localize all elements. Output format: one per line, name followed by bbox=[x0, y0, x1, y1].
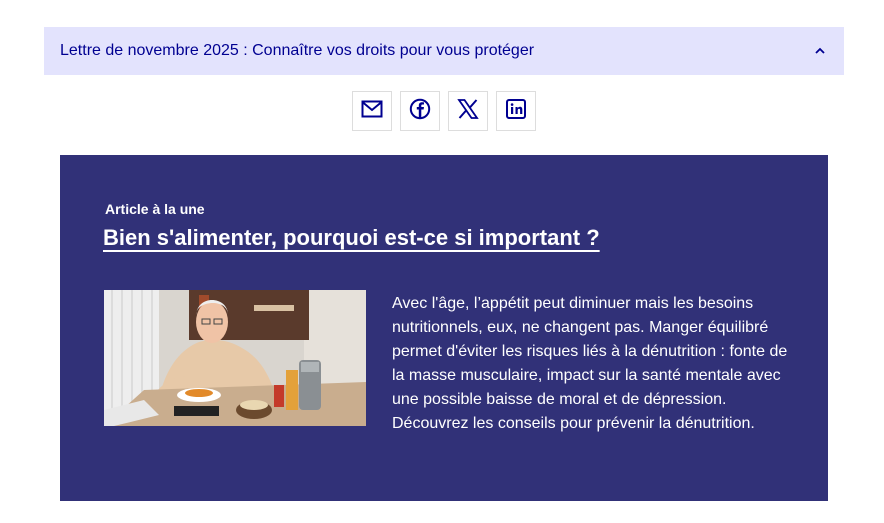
share-x-button[interactable] bbox=[448, 91, 488, 131]
share-linkedin-button[interactable] bbox=[496, 91, 536, 131]
chevron-up-icon[interactable] bbox=[812, 43, 828, 59]
featured-article-link[interactable]: Bien s'alimenter, pourquoi est-ce si imp… bbox=[103, 225, 600, 251]
mail-icon bbox=[361, 100, 383, 122]
share-buttons bbox=[352, 91, 536, 131]
share-email-button[interactable] bbox=[352, 91, 392, 131]
linkedin-icon bbox=[506, 99, 526, 123]
share-facebook-button[interactable] bbox=[400, 91, 440, 131]
featured-article: Article à la une Bien s'alimenter, pourq… bbox=[60, 155, 828, 501]
featured-kicker: Article à la une bbox=[105, 201, 205, 217]
article-photo bbox=[104, 290, 366, 426]
x-icon bbox=[457, 98, 479, 124]
facebook-icon bbox=[409, 98, 431, 124]
featured-article-summary: Avec l'âge, l’appétit peut diminuer mais… bbox=[392, 295, 788, 432]
accordion-title: Lettre de novembre 2025 : Connaître vos … bbox=[60, 42, 535, 59]
newsletter-accordion-header[interactable]: Lettre de novembre 2025 : Connaître vos … bbox=[44, 27, 844, 75]
